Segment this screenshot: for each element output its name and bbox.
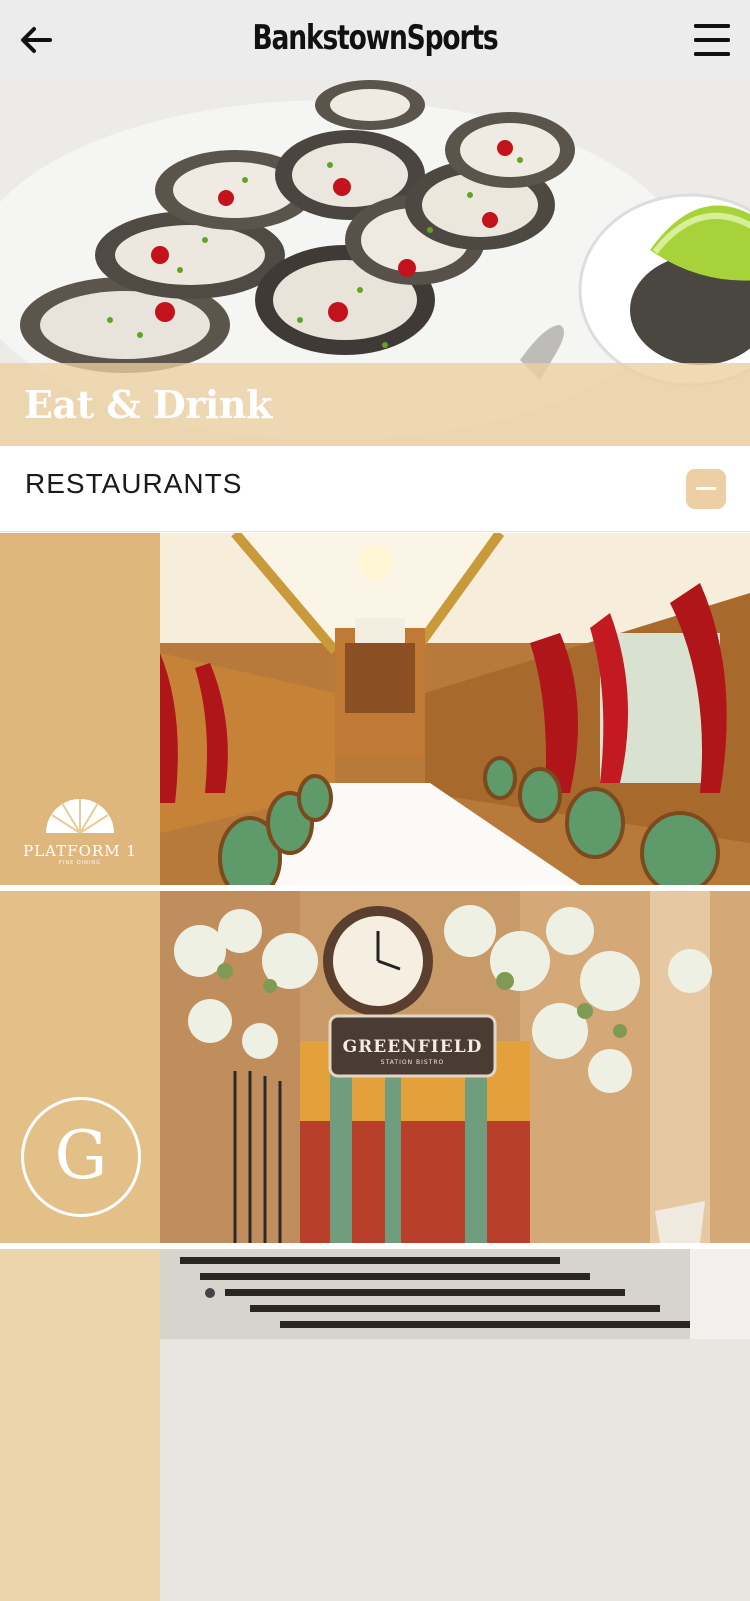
platform1-logo-subtext: FINE DINING — [59, 860, 101, 866]
greenfield-sign-text: GREENFIELD — [342, 1037, 483, 1057]
restaurant-card-greenfield[interactable]: GREENFIELD STATION BISTRO G — [0, 891, 750, 1243]
platform1-logo: PLATFORM 1 FINE DINING — [18, 838, 142, 866]
hamburger-menu-icon — [694, 24, 730, 56]
restaurants-section-header[interactable]: RESTAURANTS — [0, 448, 750, 532]
page-title: Eat & Drink — [24, 382, 272, 427]
back-button[interactable] — [18, 20, 58, 60]
section-title: RESTAURANTS — [25, 468, 243, 499]
collapse-button[interactable] — [686, 469, 726, 509]
greenfield-logo-letter: G — [54, 1117, 108, 1194]
greenfield-sign-subtext: STATION BISTRO — [380, 1059, 445, 1066]
hero-banner: Eat & Drink — [0, 80, 750, 446]
arrow-left-icon — [21, 27, 52, 53]
menu-button[interactable] — [692, 20, 734, 60]
card-logo-panel — [0, 1249, 160, 1601]
restaurant-card-platform-1[interactable]: PLATFORM 1 FINE DINING — [0, 533, 750, 885]
platform1-logo-text: PLATFORM 1 — [23, 842, 137, 860]
app-header: BankstownSports — [0, 0, 750, 80]
platform1-sunburst-icon — [46, 799, 114, 834]
brand-logo[interactable]: BankstownSports — [83, 18, 668, 58]
restaurant-card-3[interactable] — [0, 1249, 750, 1601]
